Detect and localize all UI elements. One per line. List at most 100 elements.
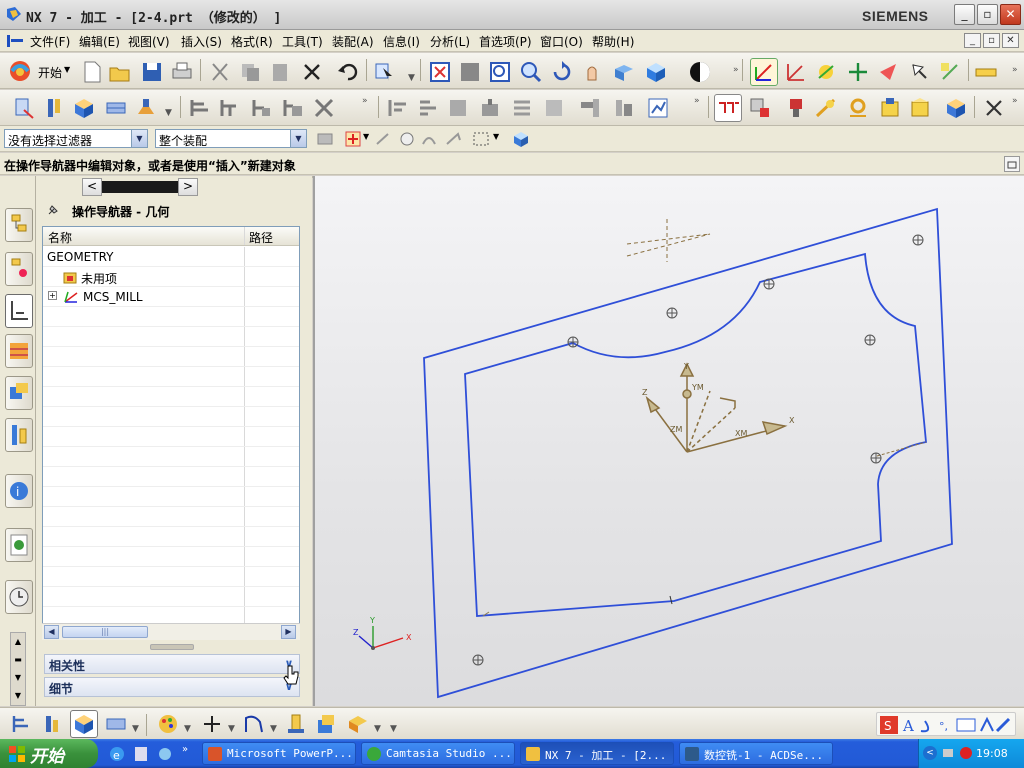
tree-row-geometry[interactable]: GEOMETRY <box>43 247 299 267</box>
wcs-display-icon[interactable] <box>938 60 962 84</box>
cut-icon[interactable] <box>208 60 232 84</box>
menu-tools[interactable]: 工具(T) <box>282 33 323 50</box>
snap-shape-icon[interactable] <box>398 130 416 148</box>
tool-library-icon[interactable] <box>612 96 636 120</box>
doc-close-button[interactable]: ✕ <box>1002 33 1019 48</box>
geometry-view-button[interactable] <box>70 710 98 738</box>
wcs-orient-icon[interactable] <box>846 60 870 84</box>
panel-tab-thumb[interactable] <box>102 181 178 193</box>
tree-row-unused[interactable]: 未用项 <box>43 267 299 287</box>
blank-geometry-icon[interactable] <box>878 96 902 120</box>
paste-icon[interactable] <box>268 60 292 84</box>
tree-horizontal-scrollbar[interactable]: ◀ ||| ▶ <box>42 623 300 640</box>
machining-method-view-icon[interactable] <box>281 96 305 120</box>
background-icon[interactable] <box>688 60 712 84</box>
close-button[interactable]: ✕ <box>1000 4 1021 25</box>
geometry-view-icon[interactable] <box>250 96 274 120</box>
resource-assembly-nav-icon[interactable] <box>5 208 33 242</box>
panel-splitter[interactable] <box>150 644 194 650</box>
delete-icon[interactable] <box>300 60 324 84</box>
resource-tool-library-icon[interactable] <box>5 418 33 452</box>
start-dropdown-icon[interactable]: ▼ <box>64 65 70 74</box>
menu-assemblies[interactable]: 装配(A) <box>332 33 374 50</box>
machine-tool-view-icon[interactable] <box>218 96 242 120</box>
zoom-icon[interactable] <box>519 60 543 84</box>
task-camtasia[interactable]: Camtasia Studio ... <box>361 742 515 765</box>
tray-record-icon[interactable] <box>959 746 973 760</box>
chevron-right-icon[interactable]: > <box>178 178 198 196</box>
resource-scroll[interactable]: ▲ ▬ ▼ ▼ <box>10 632 26 706</box>
fit-view-icon[interactable] <box>428 60 452 84</box>
method-view-icon[interactable] <box>104 712 128 736</box>
chevron-left-icon[interactable]: < <box>82 178 102 196</box>
undo-icon[interactable] <box>336 60 360 84</box>
task-acdsee[interactable]: 数控铣-1 - ACDSe... <box>679 742 833 765</box>
desktop-icon[interactable] <box>156 745 174 763</box>
tree-row-mcs-mill[interactable]: + MCS_MILL <box>43 287 299 307</box>
dependencies-panel[interactable]: 相关性 ∨ <box>44 654 300 674</box>
menu-format[interactable]: 格式(R) <box>231 33 273 50</box>
curve-icon[interactable] <box>242 712 266 736</box>
datum-icon[interactable] <box>284 712 308 736</box>
selection-box-dropdown-icon[interactable]: ▼ <box>493 132 499 141</box>
media-player-icon[interactable] <box>132 745 150 763</box>
app-menu-icon[interactable] <box>6 33 24 49</box>
render-style-icon[interactable] <box>612 60 636 84</box>
resource-history-icon[interactable]: i <box>5 474 33 508</box>
menu-insert[interactable]: 插入(S) <box>181 33 222 50</box>
task-nx[interactable]: NX 7 - 加工 - [2... <box>520 742 674 765</box>
solid-body-icon[interactable] <box>512 130 530 148</box>
graphics-window[interactable]: Y X Z YM XM ZM Y X Z <box>313 176 1024 706</box>
report-icon[interactable] <box>646 96 670 120</box>
resource-operation-nav-icon[interactable] <box>5 294 33 328</box>
column-name-header[interactable]: 名称 <box>48 229 72 246</box>
snap-point-icon[interactable] <box>344 130 362 148</box>
snap-arrow-icon[interactable] <box>374 130 392 148</box>
tool-holder-icon[interactable] <box>784 96 808 120</box>
menu-file[interactable]: 文件(F) <box>30 33 70 50</box>
pin-icon[interactable] <box>46 203 60 217</box>
maximize-button[interactable]: ▫ <box>977 4 998 25</box>
snap-dropdown-icon[interactable]: ▼ <box>363 132 369 141</box>
program-order-view-icon[interactable] <box>188 96 212 120</box>
color-palette-icon[interactable] <box>156 712 180 736</box>
simulate-machine-icon[interactable] <box>478 96 502 120</box>
chevron-left-icon[interactable]: ◀ <box>44 625 59 639</box>
menu-view[interactable]: 视图(V) <box>128 33 170 50</box>
delete-operation-icon[interactable] <box>982 96 1006 120</box>
menu-preferences[interactable]: 首选项(P) <box>479 33 532 50</box>
print-icon[interactable] <box>170 60 194 84</box>
chevron-right-icon[interactable]: ▶ <box>281 625 296 639</box>
wcs-origin-icon[interactable] <box>784 60 808 84</box>
start-menu-icon[interactable] <box>8 59 34 83</box>
generate-path-icon[interactable] <box>312 96 336 120</box>
pan-icon[interactable] <box>580 60 604 84</box>
doc-minimize-button[interactable]: _ <box>964 33 981 48</box>
create-geometry-icon[interactable] <box>72 96 96 120</box>
start-button[interactable]: 开始 <box>0 739 98 768</box>
column-path-header[interactable]: 路径 <box>249 229 273 246</box>
shop-docs-icon[interactable] <box>542 96 566 120</box>
new-file-icon[interactable] <box>80 60 104 84</box>
start-label[interactable]: 开始 <box>38 64 62 81</box>
measure-distance-icon[interactable] <box>974 60 998 84</box>
task-powerpoint[interactable]: Microsoft PowerP... <box>202 742 356 765</box>
zoom-window-icon[interactable] <box>488 60 512 84</box>
object-display-icon[interactable] <box>748 96 772 120</box>
panel-tab-scroller[interactable]: < > <box>82 178 198 196</box>
open-folder-icon[interactable] <box>108 60 132 84</box>
tray-network-icon[interactable] <box>941 746 955 760</box>
copy-icon[interactable] <box>238 60 262 84</box>
menu-edit[interactable]: 编辑(E) <box>79 33 120 50</box>
resource-machine-nav-icon[interactable] <box>5 334 33 368</box>
menu-help[interactable]: 帮助(H) <box>592 33 634 50</box>
select-icon[interactable] <box>372 60 396 84</box>
cue-options-button[interactable] <box>1004 156 1020 172</box>
create-program-icon[interactable] <box>12 96 36 120</box>
minimize-button[interactable]: _ <box>954 4 975 25</box>
wcs-change-yc-icon[interactable] <box>908 60 932 84</box>
snap-arc-icon[interactable] <box>420 130 438 148</box>
part-geometry-icon[interactable] <box>908 96 932 120</box>
save-icon[interactable] <box>140 60 164 84</box>
wcs-rotate-icon[interactable] <box>814 60 838 84</box>
